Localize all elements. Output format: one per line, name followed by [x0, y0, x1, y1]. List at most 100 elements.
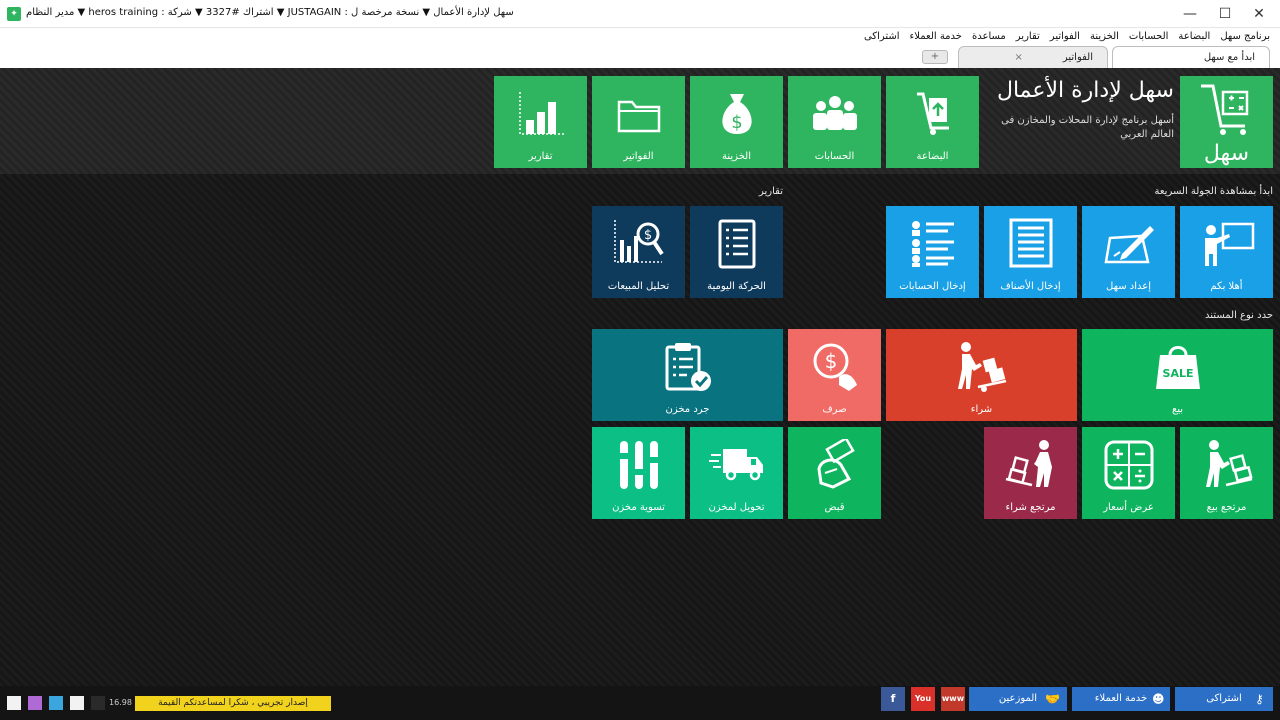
add-tab-button[interactable]: +	[922, 50, 948, 64]
user-list-icon	[911, 221, 954, 267]
facebook-icon[interactable]: f	[881, 687, 905, 711]
tile-reports-top[interactable]: تقارير	[494, 76, 587, 168]
edit-icon	[1104, 226, 1154, 264]
tile-inventory-count[interactable]: جرد مخزن	[592, 329, 783, 421]
folder-icon	[617, 100, 660, 133]
sales-analysis-icon: $	[613, 220, 664, 263]
tab-start-label: ابدأ مع سهل	[1203, 52, 1255, 63]
tile-sales-analysis-label: تحليل المبيعات	[607, 281, 670, 292]
tile-sale-return[interactable]: مرتجع بيع	[1180, 427, 1273, 519]
trial-banner: إصدار تجريبي ، شكرا لمساعدتكم القيمة	[135, 696, 331, 711]
close-button[interactable]: ✕	[1238, 2, 1280, 26]
list-icon	[1009, 218, 1052, 268]
tile-setup-label: إعداد سهل	[1106, 281, 1151, 292]
tile-purchase-return[interactable]: مرتجع شراء	[984, 427, 1077, 519]
brand-title: سهل لإدارة الأعمال	[996, 78, 1174, 103]
tile-warehouse-transfer[interactable]: تحويل لمخزن	[690, 427, 783, 519]
sale-bag-icon: SALE	[1155, 346, 1200, 389]
people-icon	[812, 96, 857, 130]
tile-daily-movement-label: الحركة اليومية	[707, 281, 766, 292]
clipboard-check-icon	[665, 343, 711, 391]
sliders-icon	[617, 441, 660, 489]
tile-accounts-entry[interactable]: إدخال الحسابات	[886, 206, 979, 298]
menu-item-subscription[interactable]: اشتراكى	[864, 28, 900, 46]
money-in-hand-icon	[816, 439, 855, 489]
tile-sales-analysis[interactable]: $ تحليل المبيعات	[592, 206, 685, 298]
tile-expense-label: صرف	[822, 404, 847, 415]
account-button[interactable]: اشتراكى ⚷	[1175, 687, 1273, 711]
sale-badge-text: SALE	[1162, 367, 1193, 380]
tab-strip: ابدأ مع سهل الفواتير × +	[922, 44, 1270, 68]
tile-treasury-label: الخزينة	[722, 151, 751, 162]
hand-truck-icon	[916, 92, 949, 135]
sale-return-icon	[1205, 440, 1253, 487]
delivery-worker-icon	[957, 342, 1006, 392]
tile-warehouse-transfer-label: تحويل لمخزن	[708, 502, 765, 513]
tile-price-quote[interactable]: عرض أسعار	[1082, 427, 1175, 519]
tile-warehouse-adjust[interactable]: تسوية مخزن	[592, 427, 685, 519]
tile-setup[interactable]: إعداد سهل	[1082, 206, 1175, 298]
tile-treasury[interactable]: $ الخزينة	[690, 76, 783, 168]
logo-tile: سهل	[1180, 76, 1273, 168]
brand-subtitle: أسهل برنامج لإدارة المحلات والمخازن فى ا…	[1001, 115, 1174, 140]
youtube-icon[interactable]: You	[911, 687, 935, 711]
tile-welcome[interactable]: أهلا بكم	[1180, 206, 1273, 298]
tile-expense[interactable]: $ صرف	[788, 329, 881, 421]
calculator-icon	[1104, 440, 1153, 490]
logo-text: سهل	[1203, 141, 1250, 166]
tile-items-entry[interactable]: إدخال الأصناف	[984, 206, 1077, 298]
checklist-icon	[718, 219, 755, 269]
tile-receipt-label: قبض	[824, 502, 845, 513]
support-icon: ☻	[1152, 692, 1165, 706]
tile-price-quote-label: عرض أسعار	[1103, 502, 1154, 513]
tile-inventory-count-label: جرد مخزن	[665, 404, 710, 415]
tile-sale-return-label: مرتجع بيع	[1206, 502, 1247, 513]
theme-blue-swatch[interactable]	[49, 696, 63, 710]
tile-accounts[interactable]: الحسابات	[788, 76, 881, 168]
tile-purchase-label: شراء	[970, 404, 993, 415]
theme-white-swatch[interactable]	[70, 696, 84, 710]
handshake-icon: 🤝	[1045, 692, 1060, 706]
theme-dark-swatch[interactable]	[91, 696, 105, 710]
tile-receipt[interactable]: قبض	[788, 427, 881, 519]
tile-reports-top-label: تقارير	[528, 151, 553, 162]
title-bar: ✦ سهل لإدارة الأعمال ▼ نسخة مرخصة ل : JU…	[0, 0, 1280, 28]
app-icon: ✦	[7, 7, 21, 21]
tile-sale[interactable]: SALE بيع	[1082, 329, 1273, 421]
tile-sale-label: بيع	[1171, 404, 1184, 415]
tile-purchase[interactable]: شراء	[886, 329, 1077, 421]
bar-chart-icon	[518, 92, 564, 135]
tab-invoices-label: الفواتير	[1062, 52, 1093, 63]
tile-welcome-label: أهلا بكم	[1210, 281, 1243, 292]
teacher-icon	[1204, 222, 1254, 266]
tab-close-icon[interactable]: ×	[1014, 47, 1022, 68]
svg-text:$: $	[824, 349, 837, 373]
tile-warehouse-adjust-label: تسوية مخزن	[612, 502, 665, 513]
svg-text:$: $	[643, 228, 651, 243]
bottom-bar: 16.98 إصدار تجريبي ، شكرا لمساعدتكم القي…	[0, 686, 1280, 720]
window-title: سهل لإدارة الأعمال ▼ نسخة مرخصة ل : JUST…	[26, 7, 514, 18]
tab-start[interactable]: ابدأ مع سهل	[1112, 46, 1270, 68]
version-text: 16.98	[109, 698, 132, 707]
section-tour: ابدأ بمشاهدة الجولة السريعة	[1154, 186, 1273, 197]
tile-goods[interactable]: البضاعة	[886, 76, 979, 168]
money-bag-icon: $	[721, 94, 752, 134]
tile-invoices-label: الفواتير	[623, 151, 654, 162]
tile-purchase-return-label: مرتجع شراء	[1005, 502, 1056, 513]
customer-service-button[interactable]: خدمة العملاء ☻	[1072, 687, 1170, 711]
tile-items-entry-label: إدخال الأصناف	[1000, 281, 1061, 292]
theme-purple-swatch[interactable]	[28, 696, 42, 710]
tile-goods-label: البضاعة	[916, 151, 949, 162]
tile-daily-movement[interactable]: الحركة اليومية	[690, 206, 783, 298]
tab-invoices[interactable]: الفواتير ×	[958, 46, 1108, 68]
cart-logo-icon	[1200, 84, 1248, 135]
tile-invoices[interactable]: الفواتير	[592, 76, 685, 168]
coin-hand-icon: $	[813, 343, 857, 391]
section-reports: تقارير	[758, 186, 783, 197]
distributors-button[interactable]: الموزعين 🤝	[969, 687, 1067, 711]
svg-text:$: $	[731, 112, 742, 133]
website-icon[interactable]: www	[941, 687, 965, 711]
windows-grid-icon[interactable]	[7, 696, 21, 710]
section-doc-type: حدد نوع المستند	[1205, 310, 1273, 321]
key-icon: ⚷	[1255, 692, 1264, 706]
